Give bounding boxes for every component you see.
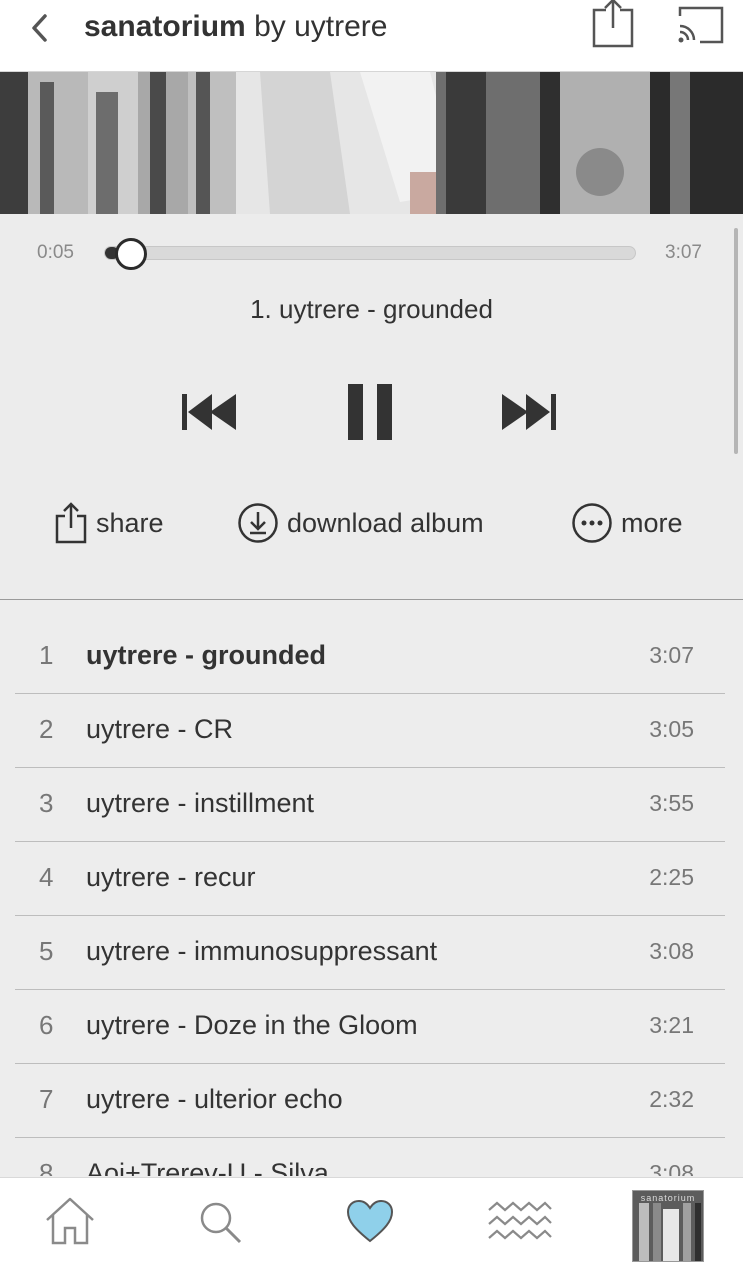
scrollbar[interactable] [734,228,738,454]
next-icon [502,394,556,430]
search-icon [200,1202,242,1244]
download-icon [237,502,279,544]
track-name: uytrere - recur [86,862,256,892]
track-number: 8 [39,1158,54,1176]
track-duration: 2:32 [649,1086,694,1112]
track-row[interactable]: 1 uytrere - grounded 3:07 [15,620,725,694]
previous-track-button[interactable] [180,392,238,432]
track-duration: 3:08 [649,1160,694,1176]
page-title: sanatorium by uytrere [84,8,387,46]
header-share-button[interactable] [590,0,636,50]
feed-icon [488,1201,552,1240]
now-playing-title: 1. uytrere - grounded [250,294,493,324]
track-number: 1 [39,640,54,670]
share-button[interactable]: share [54,502,164,544]
next-track-button[interactable] [500,392,558,432]
track-duration: 3:05 [649,716,694,742]
pause-icon [348,384,392,440]
track-row[interactable]: 5 uytrere - immunosuppressant 3:08 [15,916,725,990]
track-duration: 3:08 [649,938,694,964]
track-row[interactable]: 7 uytrere - ulterior echo 2:32 [15,1064,725,1138]
cast-button[interactable] [676,4,726,46]
total-time: 3:07 [665,242,702,263]
top-header: sanatorium by uytrere [0,0,743,72]
track-name: uytrere - CR [86,714,234,744]
track-row[interactable]: 4 uytrere - recur 2:25 [15,842,725,916]
track-number: 7 [39,1084,54,1114]
more-icon [571,502,613,544]
track-name: uytrere - Doze in the Gloom [86,1010,418,1040]
track-duration: 2:25 [649,864,694,890]
download-label: download album [287,507,484,538]
player-panel: 0:05 3:07 1. uytrere - grounded share do… [0,214,743,600]
more-label: more [621,507,683,538]
track-name: uytrere - immunosuppressant [86,936,438,966]
tab-home[interactable] [44,1196,96,1246]
cast-icon [678,6,724,44]
track-duration: 3:21 [649,1012,694,1038]
download-album-button[interactable]: download album [237,502,484,544]
track-row[interactable]: 2 uytrere - CR 3:05 [15,694,725,768]
bottom-tab-bar: sanatorium [0,1177,743,1270]
track-duration: 3:07 [649,642,694,668]
tab-collection[interactable] [345,1198,395,1244]
tab-feed[interactable] [487,1200,553,1244]
back-button[interactable] [22,10,58,46]
artist-byline: by uytrere [254,10,388,43]
album-cover-art [0,72,743,214]
chevron-left-icon [32,14,47,42]
track-name: Aoi+Trerev-U - Silva [86,1158,329,1176]
track-list: 1 uytrere - grounded 3:07 2 uytrere - CR… [15,620,725,1176]
current-time: 0:05 [37,242,74,263]
pause-button[interactable] [346,382,394,442]
track-name: uytrere - ulterior echo [86,1084,343,1114]
track-number: 3 [39,788,54,818]
track-row[interactable]: 6 uytrere - Doze in the Gloom 3:21 [15,990,725,1064]
share-icon [592,0,634,48]
track-name: uytrere - instillment [86,788,315,818]
now-playing-thumbnail[interactable]: sanatorium [632,1190,704,1262]
share-label: share [96,507,164,538]
heart-icon [346,1199,394,1243]
track-row[interactable]: 3 uytrere - instillment 3:55 [15,768,725,842]
more-button[interactable]: more [571,502,683,544]
progress-slider[interactable] [104,238,636,270]
thumbnail-label: sanatorium [640,1193,696,1203]
home-icon [46,1197,94,1245]
progress-knob[interactable] [115,238,147,270]
track-row[interactable]: 8 Aoi+Trerev-U - Silva 3:08 [15,1138,725,1176]
track-duration: 3:55 [649,790,694,816]
previous-icon [182,394,236,430]
tab-search[interactable] [198,1200,242,1244]
track-name: uytrere - grounded [86,640,327,670]
share-icon [54,502,88,544]
album-title: sanatorium [84,10,246,43]
track-number: 5 [39,936,54,966]
track-number: 4 [39,862,54,892]
track-number: 6 [39,1010,54,1040]
track-number: 2 [39,714,54,744]
